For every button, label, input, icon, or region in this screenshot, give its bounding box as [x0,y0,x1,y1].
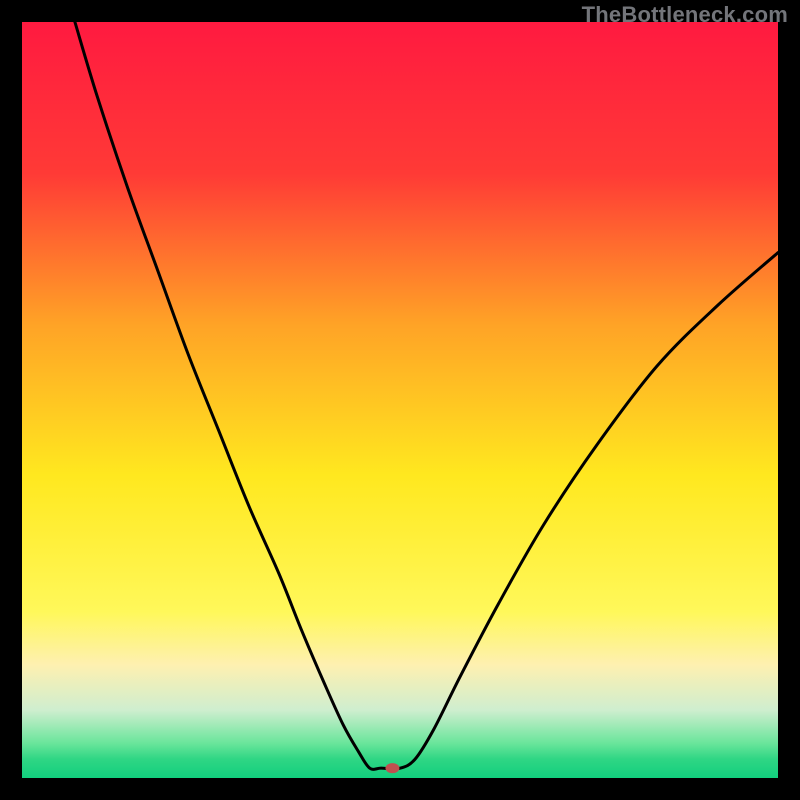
watermark-text: TheBottleneck.com [582,2,788,28]
chart-frame: TheBottleneck.com [0,0,800,800]
plot-svg [22,22,778,778]
gradient-background [22,22,778,778]
plot-area [22,22,778,778]
optimum-marker [385,763,399,773]
